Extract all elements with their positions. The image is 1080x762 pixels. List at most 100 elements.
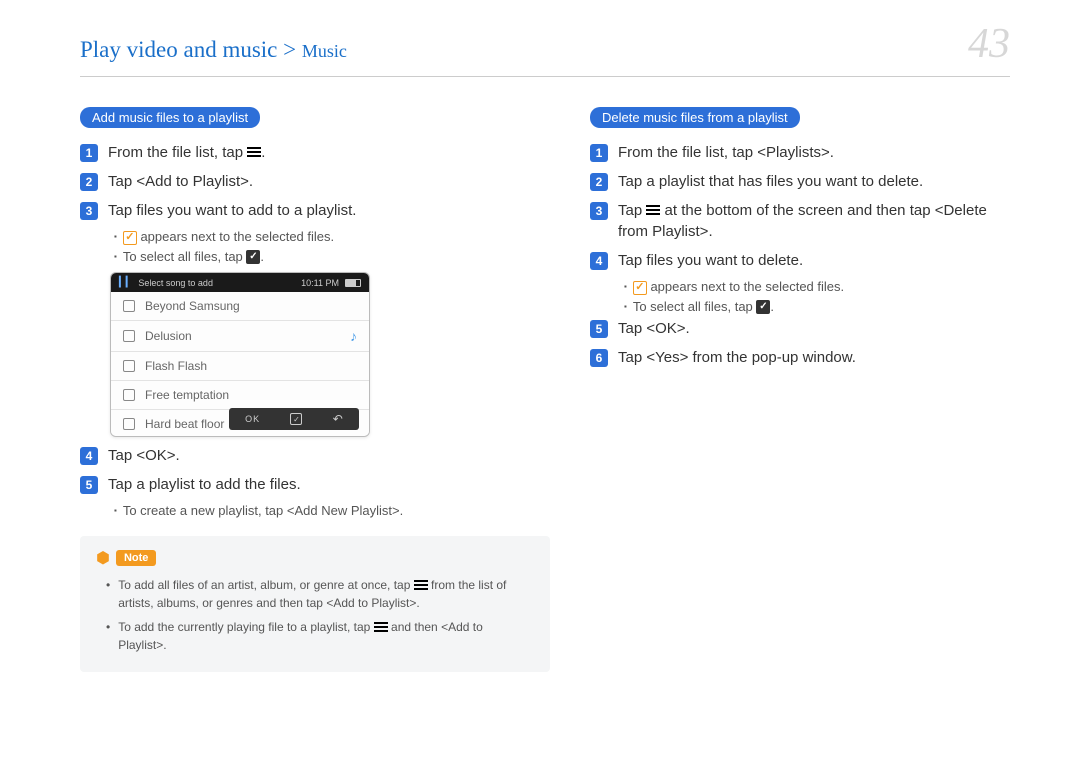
menu-icon (247, 147, 261, 157)
note-box: ⬢ Note To add all files of an artist, al… (80, 536, 550, 672)
section-title-delete: Delete music files from a playlist (590, 107, 800, 128)
text-fragment: To add all files of an artist, album, or… (118, 578, 414, 592)
breadcrumb-main: Play video and music (80, 37, 277, 62)
step-number: 4 (80, 447, 98, 465)
step-number: 5 (80, 476, 98, 494)
select-all-icon: ✓ (756, 300, 770, 314)
checkbox-checked-icon: ✓ (633, 281, 647, 295)
back-icon: ↶ (333, 412, 343, 426)
note-label: Note (116, 550, 156, 566)
checkbox-icon (123, 300, 135, 312)
step-number: 2 (590, 173, 608, 191)
step-number: 1 (80, 144, 98, 162)
step-4: 4 Tap <OK>. (80, 445, 550, 466)
content-columns: Add music files to a playlist 1 From the… (80, 107, 1010, 672)
list-item: Flash Flash (111, 352, 369, 381)
row-label: Beyond Samsung (145, 299, 357, 313)
sub-bullet: ✓ appears next to the selected files. (624, 279, 1010, 295)
note-bullet: To add all files of an artist, album, or… (96, 576, 534, 612)
bullet-content: ✓ appears next to the selected files. (633, 279, 844, 295)
text-fragment: Tap (618, 202, 646, 219)
breadcrumb-sub: Music (302, 41, 347, 61)
checkbox-checked-icon: ✓ (123, 231, 137, 245)
text-fragment: . (770, 299, 774, 314)
step-text: Tap <Add to Playlist>. (108, 171, 550, 192)
step-1: 1 From the file list, tap . (80, 142, 550, 163)
section-title-add: Add music files to a playlist (80, 107, 260, 128)
device-header-left: ▎▎ Select song to add (119, 277, 213, 288)
step-number: 5 (590, 320, 608, 338)
step-text: Tap <OK>. (108, 445, 550, 466)
list-item: Delusion♪ (111, 321, 369, 352)
text-fragment: . (260, 249, 264, 264)
step-4: 4 Tap files you want to delete. (590, 250, 1010, 271)
step-number: 4 (590, 252, 608, 270)
step-text: Tap at the bottom of the screen and then… (618, 200, 1010, 242)
select-all-icon: ✓ (246, 250, 260, 264)
left-column: Add music files to a playlist 1 From the… (80, 107, 550, 672)
step-number: 3 (80, 202, 98, 220)
step-1: 1 From the file list, tap <Playlists>. (590, 142, 1010, 163)
step-text: From the file list, tap <Playlists>. (618, 142, 1010, 163)
list-item: Free temptation (111, 381, 369, 410)
checkbox-icon (123, 418, 135, 430)
text-fragment: To select all files, tap (123, 249, 247, 264)
device-header-right: 10:11 PM (301, 278, 361, 288)
step-text: Tap a playlist to add the files. (108, 474, 550, 495)
text-fragment: From the file list, tap (108, 144, 247, 161)
text-fragment: appears next to the selected files. (137, 229, 334, 244)
note-cube-icon: ⬢ (96, 548, 110, 568)
checkbox-icon (123, 360, 135, 372)
ok-button-label: OK (245, 414, 260, 424)
text-fragment: . (261, 144, 265, 161)
bullet-content: To add the currently playing file to a p… (118, 618, 534, 654)
device-footer-bar: OK ✓ ↶ (229, 408, 359, 430)
page-header: Play video and music > Music 43 (80, 20, 1010, 77)
step-5: 5 Tap <OK>. (590, 318, 1010, 339)
bullet-content: To select all files, tap ✓. (123, 249, 264, 265)
text-fragment: appears next to the selected files. (647, 279, 844, 294)
select-all-icon: ✓ (290, 413, 302, 425)
battery-icon (345, 279, 361, 287)
sub-bullet: To select all files, tap ✓. (114, 249, 550, 265)
text-fragment: To add the currently playing file to a p… (118, 620, 373, 634)
menu-icon (414, 580, 428, 590)
text-fragment: at the bottom of the screen and then tap… (618, 202, 987, 240)
step-text: Tap files you want to delete. (618, 250, 1010, 271)
step-number: 3 (590, 202, 608, 220)
step-number: 6 (590, 349, 608, 367)
page-number: 43 (968, 20, 1010, 68)
step-3: 3 Tap files you want to add to a playlis… (80, 200, 550, 221)
step-text: Tap <OK>. (618, 318, 1010, 339)
breadcrumb-sep: > (277, 37, 301, 62)
bullet-content: ✓ appears next to the selected files. (123, 229, 334, 245)
note-bullet: To add the currently playing file to a p… (96, 618, 534, 654)
step-2: 2 Tap a playlist that has files you want… (590, 171, 1010, 192)
text-fragment: To select all files, tap (633, 299, 757, 314)
music-note-icon: ♪ (350, 328, 357, 344)
bullet-content: To create a new playlist, tap <Add New P… (123, 503, 403, 518)
step-3: 3 Tap at the bottom of the screen and th… (590, 200, 1010, 242)
step-text: Tap files you want to add to a playlist. (108, 200, 550, 221)
pause-icon: ▎▎ (119, 277, 132, 288)
note-title-row: ⬢ Note (96, 548, 534, 568)
row-label: Flash Flash (145, 359, 357, 373)
right-column: Delete music files from a playlist 1 Fro… (590, 107, 1010, 672)
device-time: 10:11 PM (301, 278, 339, 288)
device-title: Select song to add (138, 278, 213, 288)
bullet-content: To add all files of an artist, album, or… (118, 576, 534, 612)
step-text: Tap a playlist that has files you want t… (618, 171, 1010, 192)
list-item: Beyond Samsung (111, 292, 369, 321)
step-text: From the file list, tap . (108, 142, 550, 163)
step-5: 5 Tap a playlist to add the files. (80, 474, 550, 495)
step-6: 6 Tap <Yes> from the pop-up window. (590, 347, 1010, 368)
menu-icon (646, 205, 660, 215)
device-screenshot: ▎▎ Select song to add 10:11 PM Beyond Sa… (110, 272, 370, 437)
sub-bullet: ✓ appears next to the selected files. (114, 229, 550, 245)
step-number: 2 (80, 173, 98, 191)
checkbox-icon (123, 330, 135, 342)
checkbox-icon (123, 389, 135, 401)
menu-icon (374, 622, 388, 632)
breadcrumb: Play video and music > Music (80, 37, 347, 63)
bullet-content: To select all files, tap ✓. (633, 299, 774, 315)
